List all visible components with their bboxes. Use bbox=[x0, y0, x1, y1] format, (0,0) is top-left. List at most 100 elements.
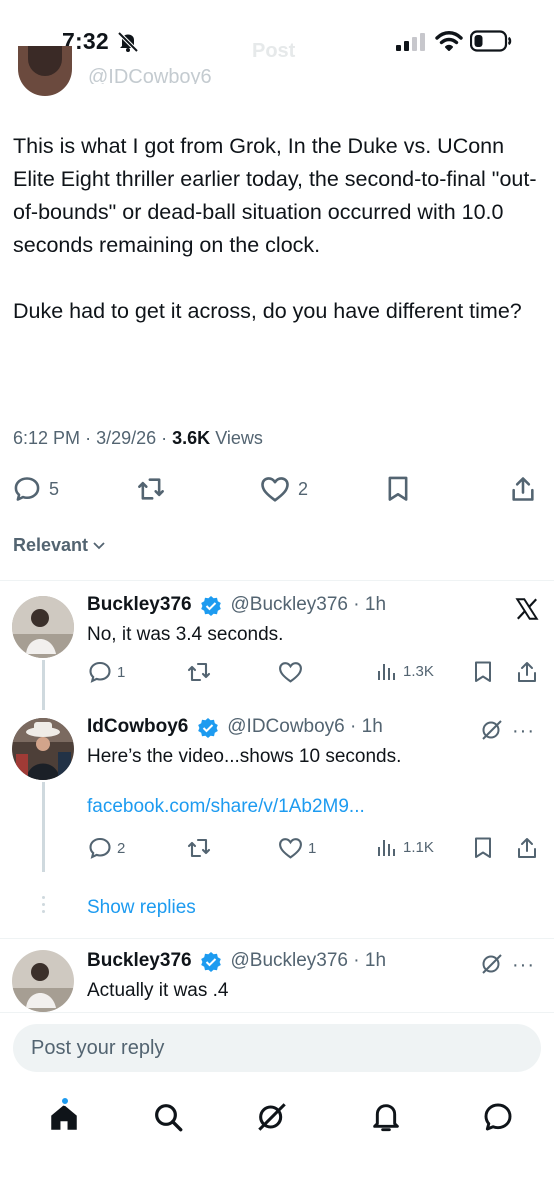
avatar-photo bbox=[12, 596, 74, 658]
bookmark-icon bbox=[388, 476, 408, 501]
repost-icon bbox=[138, 478, 164, 500]
thread-dots bbox=[42, 896, 45, 913]
author-avatar[interactable] bbox=[18, 46, 72, 96]
reply-views-button[interactable]: 1.1K bbox=[376, 836, 434, 858]
more-options-icon[interactable]: ··· bbox=[512, 720, 535, 743]
post-time: 6:12 PM bbox=[13, 428, 81, 448]
meta-separator: · bbox=[161, 428, 173, 448]
views-bar-icon bbox=[378, 664, 395, 680]
post-text: This is what I got from Grok, In the Duk… bbox=[13, 134, 537, 323]
grok-icon[interactable] bbox=[480, 718, 504, 742]
reply-avatar[interactable] bbox=[12, 950, 74, 1012]
battery-icon bbox=[470, 30, 512, 52]
views-label: Views bbox=[215, 428, 263, 448]
search-icon bbox=[155, 1104, 183, 1132]
repost-icon bbox=[187, 662, 211, 682]
reply-composer-input[interactable]: Post your reply bbox=[13, 1024, 541, 1072]
reply-icon bbox=[89, 837, 111, 859]
post-meta: 6:12 PM · 3/29/26 · 3.6K Views bbox=[13, 428, 263, 449]
repost-button[interactable] bbox=[135, 474, 167, 504]
meta-separator: · bbox=[348, 950, 365, 971]
reply-views-button[interactable]: 1.3K bbox=[376, 660, 434, 682]
reply-text: Here’s the video...shows 10 seconds. bbox=[87, 746, 402, 767]
nav-grok[interactable] bbox=[252, 1097, 292, 1137]
reply-author-name[interactable]: Buckley376 bbox=[87, 594, 192, 615]
page-title: Post bbox=[252, 40, 296, 62]
reply-author-name[interactable]: IdCowboy6 bbox=[87, 716, 188, 737]
reply-age: 1h bbox=[361, 716, 383, 737]
reply-like-button[interactable]: 1 bbox=[278, 836, 316, 860]
reply-handle[interactable]: @IDCowboy6 bbox=[227, 716, 345, 737]
reply-text: Actually it was .4 bbox=[87, 980, 229, 1001]
author-handle: @IDCowboy6 bbox=[88, 66, 212, 84]
view-count: 1.3K bbox=[403, 662, 434, 680]
view-count: 1.1K bbox=[403, 838, 434, 856]
bookmark-icon[interactable] bbox=[472, 660, 494, 684]
reply-handle[interactable]: @Buckley376 bbox=[230, 950, 348, 971]
notification-dot bbox=[60, 1096, 70, 1106]
verified-badge-icon bbox=[197, 717, 218, 738]
reply-header: IdCowboy6 @IDCowboy6 · 1h bbox=[87, 716, 383, 739]
reply-link[interactable]: facebook.com/share/v/1Ab2M9... bbox=[87, 796, 365, 818]
heart-icon bbox=[279, 838, 302, 859]
reply-reply-button[interactable]: 1 bbox=[88, 660, 125, 684]
reply-button[interactable]: 5 bbox=[13, 474, 59, 504]
share-button[interactable] bbox=[510, 474, 536, 504]
reply-repost-button[interactable] bbox=[186, 836, 212, 860]
verified-badge-icon bbox=[201, 595, 221, 616]
sort-dropdown[interactable]: Relevant bbox=[13, 535, 106, 556]
avatar-photo bbox=[12, 950, 74, 1012]
reply-icon bbox=[89, 661, 111, 683]
like-count: 1 bbox=[308, 839, 317, 857]
sort-label: Relevant bbox=[13, 535, 89, 555]
like-button[interactable]: 2 bbox=[260, 474, 308, 504]
reply-avatar[interactable] bbox=[12, 596, 74, 658]
reply-handle[interactable]: @Buckley376 bbox=[230, 594, 348, 615]
divider bbox=[0, 938, 554, 939]
nav-messages[interactable] bbox=[478, 1097, 518, 1137]
reply-count: 1 bbox=[117, 663, 126, 681]
reply-like-button[interactable] bbox=[278, 660, 308, 684]
post-date: 3/29/26 bbox=[96, 428, 157, 448]
silent-bell-icon bbox=[117, 31, 139, 53]
nav-search[interactable] bbox=[148, 1097, 188, 1137]
reply-header: Buckley376 @Buckley376 · 1h bbox=[87, 950, 386, 973]
reply-text: No, it was 3.4 seconds. bbox=[87, 624, 284, 645]
meta-separator: · bbox=[344, 716, 362, 737]
nav-notifications[interactable] bbox=[366, 1097, 406, 1137]
reply-age: 1h bbox=[364, 950, 387, 971]
reply-header: Buckley376 @Buckley376 · 1h bbox=[87, 594, 386, 617]
reply-avatar[interactable] bbox=[12, 718, 74, 780]
cellular-signal-icon bbox=[396, 33, 425, 51]
reply-age: 1h bbox=[364, 594, 387, 615]
meta-separator: · bbox=[85, 428, 97, 448]
show-replies-link[interactable]: Show replies bbox=[87, 897, 196, 919]
views-count: 3.6K bbox=[172, 428, 211, 448]
heart-icon bbox=[261, 477, 289, 502]
wifi-icon bbox=[435, 31, 463, 51]
bookmark-icon[interactable] bbox=[472, 836, 494, 860]
meta-separator: · bbox=[348, 594, 365, 615]
thread-line bbox=[42, 782, 45, 872]
x-logo-icon[interactable] bbox=[514, 596, 540, 622]
share-icon[interactable] bbox=[516, 836, 538, 860]
reply-count: 5 bbox=[49, 478, 60, 499]
reply-author-name[interactable]: Buckley376 bbox=[87, 950, 192, 971]
messages-icon bbox=[484, 1103, 512, 1131]
thread-line bbox=[42, 660, 45, 710]
share-icon[interactable] bbox=[516, 660, 538, 684]
verified-badge-icon bbox=[201, 951, 221, 972]
reply-count: 2 bbox=[117, 839, 126, 857]
grok-icon bbox=[258, 1103, 286, 1131]
share-icon bbox=[512, 477, 534, 501]
views-bar-icon bbox=[378, 840, 395, 856]
grok-icon[interactable] bbox=[480, 952, 504, 976]
avatar-photo bbox=[12, 718, 74, 780]
more-options-icon[interactable]: ··· bbox=[512, 954, 535, 977]
divider bbox=[0, 580, 554, 581]
heart-icon bbox=[279, 662, 302, 683]
reply-reply-button[interactable]: 2 bbox=[88, 836, 125, 860]
reply-repost-button[interactable] bbox=[186, 660, 212, 684]
bookmark-button[interactable] bbox=[385, 474, 411, 504]
bell-icon bbox=[373, 1104, 399, 1132]
